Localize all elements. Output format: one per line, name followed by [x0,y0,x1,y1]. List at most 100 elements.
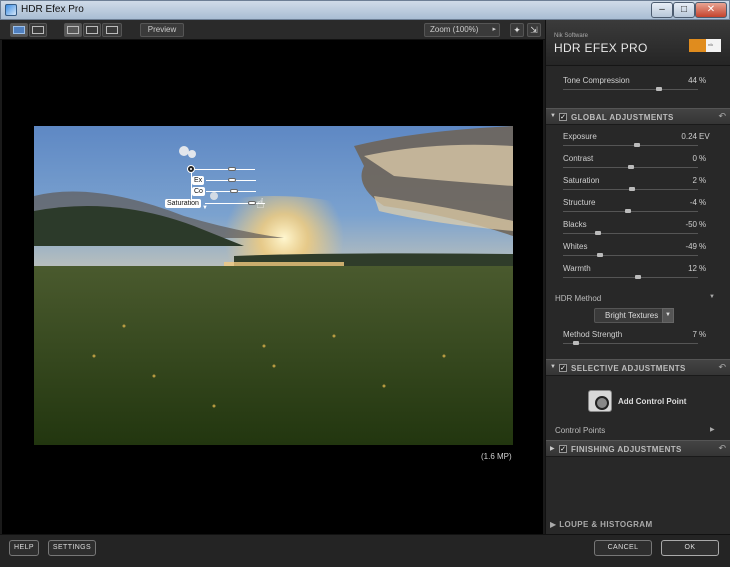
section-title: GLOBAL ADJUSTMENTS [571,113,674,122]
slider-thumb[interactable] [628,165,634,169]
brand-header: Nik Software HDR EFEX PRO nik [546,20,730,66]
slider-track[interactable] [563,143,698,147]
expand-arrow-icon[interactable]: ▶ [550,445,555,452]
slider-track[interactable] [563,231,698,235]
slider-track[interactable] [563,87,698,91]
slider-structure[interactable]: Structure -4% [563,198,713,220]
slider-label: Saturation [563,176,600,185]
add-control-point-button[interactable]: Add Control Point [618,397,686,406]
selective-adjustments-header[interactable]: ▼ ✓ SELECTIVE ADJUSTMENTS ↶ [546,359,730,376]
finishing-adjustments-checkbox[interactable]: ✓ [559,445,567,453]
method-strength-slider[interactable]: Method Strength 7 % [563,330,713,352]
zoom-arrow-icon: ▸ [492,26,496,33]
control-point-contrast-knob[interactable] [230,189,238,193]
hdr-method-expand-icon[interactable]: ▼ [709,294,715,300]
slider-label: Blacks [563,220,587,229]
control-point-expand-icon[interactable]: ▼ [202,205,208,211]
help-button[interactable]: HELP [9,540,39,556]
preview-button[interactable]: Preview [140,23,184,37]
brand-title: HDR EFEX PRO [554,41,648,55]
slider-unit: % [699,154,707,163]
settings-button[interactable]: SETTINGS [48,540,96,556]
control-point-slider-size[interactable] [195,169,255,170]
reset-icon[interactable]: ↶ [718,443,726,454]
slider-blacks[interactable]: Blacks -50% [563,220,713,242]
slider-thumb[interactable] [629,187,635,191]
slider-value: 7 [692,330,697,339]
control-point-size-knob[interactable] [228,167,236,171]
slider-unit: % [699,76,707,85]
layout-side-by-side-button[interactable] [102,23,122,37]
lightbulb-icon[interactable]: ✦ [510,23,524,37]
slider-unit: % [699,264,707,273]
slider-unit: EV [699,132,710,141]
control-point-contrast-tag: Co [192,187,205,196]
slider-exposure[interactable]: Exposure 0.24 EV [563,132,713,154]
slider-warmth[interactable]: Warmth 12% [563,264,713,286]
reset-icon[interactable]: ↶ [718,362,726,373]
tone-compression-slider[interactable]: Tone Compression 44 % [563,76,713,98]
slider-track[interactable] [563,209,698,213]
cancel-button[interactable]: CANCEL [594,540,652,556]
close-button[interactable]: ✕ [695,2,727,18]
loupe-histogram-title: LOUPE & HISTOGRAM [559,520,653,529]
slider-track[interactable] [563,187,698,191]
slider-contrast[interactable]: Contrast 0% [563,154,713,176]
control-point-exposure-tag: Ex [192,176,205,185]
slider-track[interactable] [563,165,698,169]
compare-view-button[interactable] [29,23,47,37]
slider-label: Exposure [563,132,597,141]
slider-track[interactable] [563,275,698,279]
maximize-button[interactable]: □ [673,2,695,18]
loupe-histogram-toggle[interactable]: ▶ LOUPE & HISTOGRAM [550,520,653,529]
minimize-button[interactable]: – [651,2,673,18]
expand-arrow-icon: ▶ [550,520,560,529]
slider-thumb[interactable] [595,231,601,235]
slider-thumb[interactable] [597,253,603,257]
hdr-method-value: Bright Textures [605,311,659,320]
ok-button[interactable]: OK [661,540,719,556]
window-titlebar: HDR Efex Pro – □ ✕ [0,0,730,20]
slider-label: Tone Compression [563,76,630,85]
slider-label: Whites [563,242,588,251]
layout-split-button[interactable] [83,23,101,37]
hdr-method-label: HDR Method [555,294,602,303]
collapse-arrow-icon[interactable]: ▼ [550,113,556,119]
finishing-adjustments-header[interactable]: ▶ ✓ FINISHING ADJUSTMENTS ↶ [546,440,730,457]
control-point-overlay[interactable]: Ex Co Saturation ▼ ☝ [157,162,277,222]
nik-logo: nik [689,39,721,52]
layout-single-button[interactable] [64,23,82,37]
control-points-expand-icon[interactable]: ▶ [710,426,715,433]
control-point-saturation-knob[interactable] [248,201,256,205]
slider-thumb[interactable] [573,341,579,345]
slider-value: -50 [685,220,697,229]
slider-thumb[interactable] [634,143,640,147]
zoom-button[interactable]: Zoom (100%) ▸ [424,23,500,37]
export-icon[interactable]: ⇲ [527,23,541,37]
slider-track[interactable] [563,341,698,345]
control-point-exposure-knob[interactable] [228,178,236,182]
slider-thumb[interactable] [625,209,631,213]
slider-unit: % [699,176,707,185]
slider-saturation[interactable]: Saturation 2% [563,176,713,198]
selective-adjustments-checkbox[interactable]: ✓ [559,364,567,372]
zoom-label: Zoom (100%) [430,25,479,34]
reset-icon[interactable]: ↶ [718,111,726,122]
image-canvas[interactable]: Ex Co Saturation ▼ ☝ (1.6 MP) [2,40,543,534]
hand-cursor-icon: ☝ [256,195,265,211]
slider-thumb[interactable] [656,87,662,91]
collapse-arrow-icon[interactable]: ▼ [550,364,556,370]
slider-label: Structure [563,198,596,207]
add-control-point-icon[interactable] [588,390,612,412]
hdr-method-select[interactable]: Bright Textures ▼ [594,308,674,323]
dropdown-arrow-icon[interactable]: ▼ [662,308,674,323]
image-size-label: (1.6 MP) [481,452,512,461]
adjustments-panel: Nik Software HDR EFEX PRO nik Tone Compr… [545,20,730,534]
section-title: FINISHING ADJUSTMENTS [571,445,682,454]
slider-thumb[interactable] [635,275,641,279]
global-adjustments-checkbox[interactable]: ✓ [559,113,567,121]
single-view-button[interactable] [10,23,28,37]
slider-track[interactable] [563,253,698,257]
slider-whites[interactable]: Whites -49% [563,242,713,264]
global-adjustments-header[interactable]: ▼ ✓ GLOBAL ADJUSTMENTS ↶ [546,108,730,125]
